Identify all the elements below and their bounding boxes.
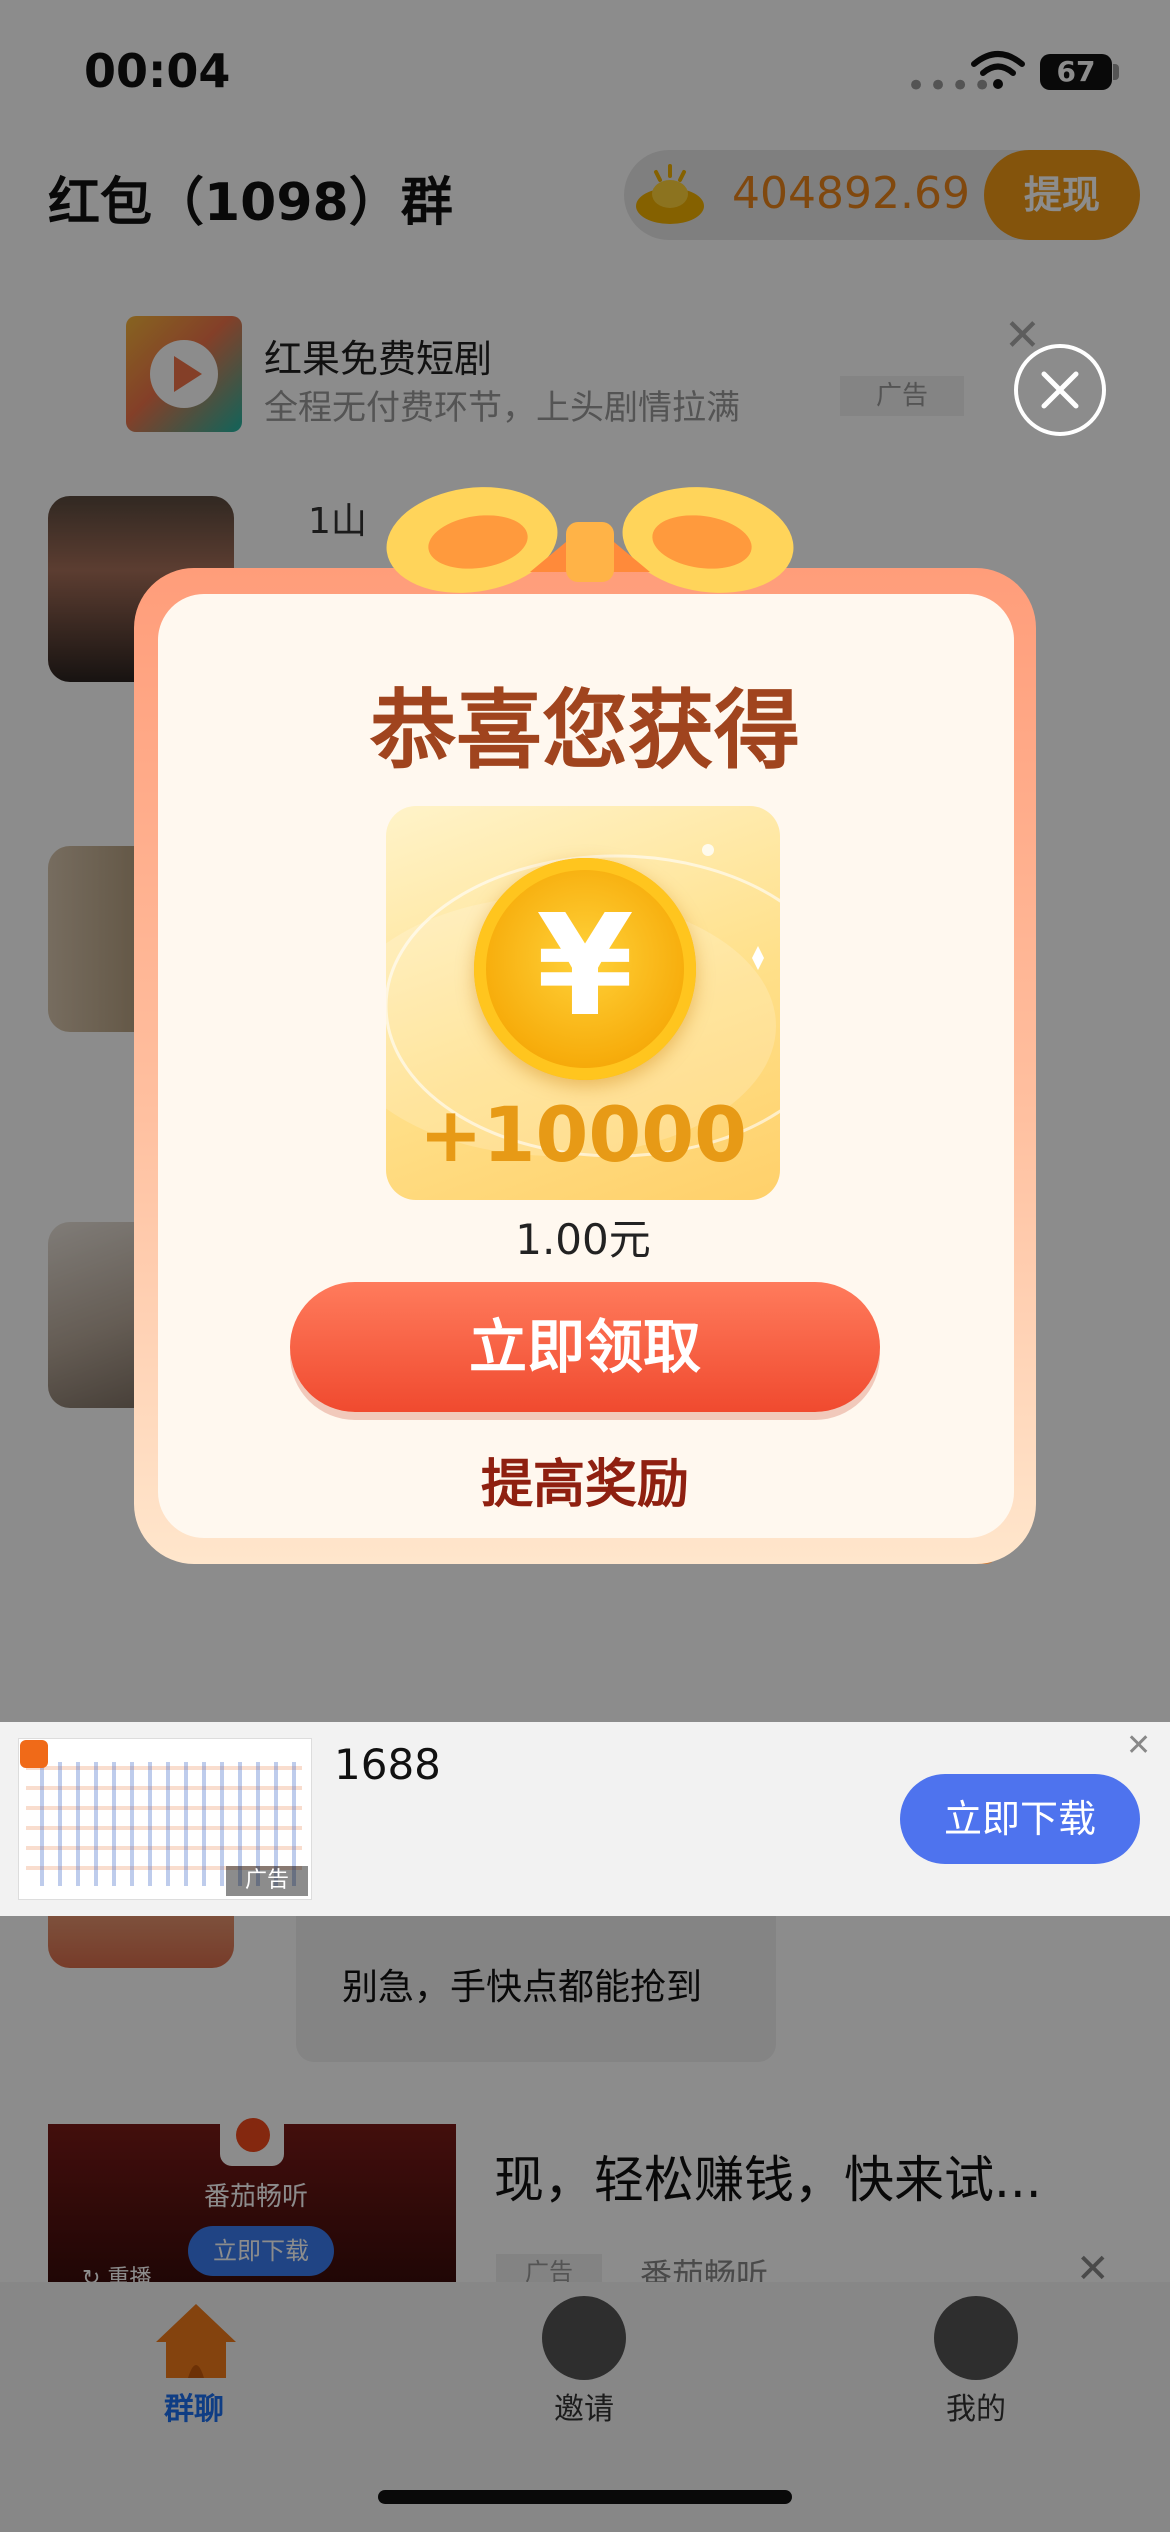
close-icon[interactable] <box>1014 344 1106 436</box>
reward-value: 1.00元 <box>515 1215 651 1264</box>
boost-reward-link[interactable]: 提高奖励 <box>290 1442 880 1517</box>
app-logo-icon <box>20 1740 48 1768</box>
popup-title: 恭喜您获得 <box>370 681 800 781</box>
ad-tag: 广告 <box>226 1866 308 1896</box>
close-icon[interactable]: ✕ <box>1126 1728 1151 1763</box>
banner-download-button[interactable]: 立即下载 <box>900 1774 1140 1864</box>
banner-ad-title: 1688 <box>334 1740 441 1789</box>
claim-button[interactable]: 立即领取 <box>290 1282 880 1412</box>
yuan-symbol: ¥ <box>536 885 634 1048</box>
reward-amount: +10000 <box>418 1090 748 1179</box>
gift-bow-icon <box>380 462 800 612</box>
